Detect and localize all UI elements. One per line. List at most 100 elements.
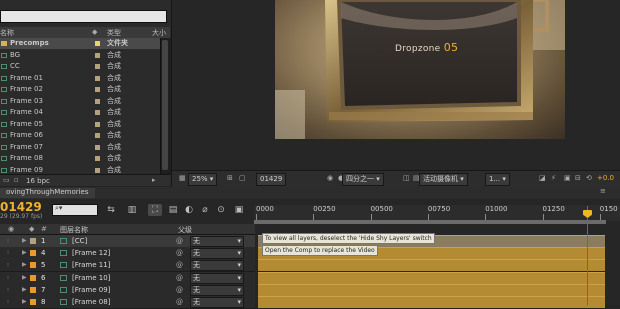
label-color-swatch[interactable] (95, 144, 100, 150)
parent-dropdown[interactable]: 无 ▾ (190, 248, 244, 260)
parent-header[interactable]: 父级 (178, 225, 192, 235)
fast-previews-icon[interactable]: ⚡ (548, 173, 559, 184)
label-color-swatch[interactable] (95, 133, 100, 138)
label-color-swatch[interactable] (30, 286, 36, 293)
parent-dropdown[interactable]: 无 ▾ (190, 260, 244, 272)
pick-whip-icon[interactable]: @ (176, 296, 183, 308)
pick-whip-icon[interactable]: @ (176, 247, 183, 259)
label-color-swatch[interactable] (95, 121, 100, 127)
visibility-icon[interactable]: ◦ (6, 247, 10, 259)
grid-icon[interactable]: ▢ (236, 173, 249, 184)
label-column-icon[interactable]: ◆ (29, 225, 34, 233)
project-item[interactable]: Frame 05 合成 (0, 119, 160, 130)
layer-name[interactable]: [Frame 11] (72, 259, 110, 271)
project-item[interactable]: Frame 01 合成 (0, 73, 160, 84)
scroll-right-icon[interactable]: ▸ (152, 176, 156, 184)
project-item[interactable]: Precomps 文件夹 (0, 38, 160, 49)
work-area-bar[interactable] (254, 220, 606, 224)
source-name-header[interactable]: 图层名称 (60, 225, 88, 235)
project-item[interactable]: BG 合成 (0, 50, 160, 61)
panel-menu-icon[interactable]: ≡ (600, 187, 606, 195)
label-color-swatch[interactable] (30, 262, 36, 269)
project-item[interactable]: CC 合成 (0, 61, 160, 72)
motion-blur-icon[interactable]: ◐ (182, 204, 196, 216)
label-color-swatch[interactable] (95, 75, 100, 81)
graph-editor-icon[interactable]: ⌀ (198, 204, 212, 216)
comp-mini-flowchart-icon[interactable]: ⇆ (104, 204, 118, 216)
graph-icon[interactable]: ▣ (232, 204, 246, 216)
label-color-swatch[interactable] (95, 87, 100, 92)
project-item[interactable]: Frame 06 合成 (0, 130, 160, 141)
number-column-header[interactable]: # (41, 225, 47, 233)
label-color-swatch[interactable] (95, 156, 100, 161)
layer-name[interactable]: [CC] (72, 235, 87, 247)
current-time-indicator[interactable] (587, 206, 588, 305)
label-color-swatch[interactable] (95, 167, 100, 173)
project-search-input[interactable] (0, 10, 167, 23)
hide-shy-layers-icon[interactable]: ⛶ (148, 204, 162, 216)
bpc-label[interactable]: 16 bpc (26, 177, 50, 185)
layer-name[interactable]: [Frame 12] (72, 247, 110, 259)
label-color-swatch[interactable] (95, 98, 100, 104)
label-color-swatch[interactable] (30, 250, 36, 257)
timeline-tab[interactable]: ovingThroughMemories (0, 188, 95, 198)
label-color-swatch[interactable] (95, 110, 100, 115)
toggle-pixel-aspect-icon[interactable]: ◪ (536, 173, 549, 184)
project-scrollbar-thumb[interactable] (162, 40, 168, 170)
expand-arrow-icon[interactable]: ▶ (22, 235, 27, 247)
label-color-swatch[interactable] (30, 238, 36, 244)
layer-name[interactable]: [Frame 09] (72, 284, 110, 296)
brainstorm-icon[interactable]: ⊙ (214, 204, 228, 216)
type-column-header[interactable]: 类型 (107, 28, 121, 38)
always-preview-icon[interactable]: ▦ (176, 173, 189, 184)
visibility-icon[interactable]: ◦ (6, 284, 10, 296)
label-color-swatch[interactable] (95, 41, 100, 46)
views-dropdown[interactable]: 1... ▾ (485, 173, 510, 186)
parent-dropdown[interactable]: 无 ▾ (190, 284, 244, 296)
zoom-dropdown[interactable]: 25% ▾ (188, 173, 218, 186)
visibility-icon[interactable]: ◦ (6, 259, 10, 271)
timeline-search-input[interactable]: ⌕▾ (52, 204, 98, 216)
visibility-icon[interactable]: ◦ (6, 235, 10, 247)
pick-whip-icon[interactable]: @ (176, 235, 183, 247)
layer-name[interactable]: [Frame 10] (72, 272, 110, 284)
project-item[interactable]: Frame 07 合成 (0, 142, 160, 153)
project-item[interactable]: Frame 04 合成 (0, 107, 160, 118)
label-color-swatch[interactable] (30, 299, 36, 305)
layer-row[interactable]: ◦ ▶ 8 [Frame 08] @ 无 ▾ (0, 296, 255, 309)
layer-name[interactable]: [Frame 08] (72, 296, 110, 308)
layer-duration-bar[interactable] (258, 283, 605, 296)
label-color-swatch[interactable] (95, 64, 100, 69)
label-color-swatch[interactable] (95, 52, 100, 58)
layer-duration-bar[interactable] (258, 296, 605, 308)
frame-blending-icon[interactable]: ▤ (166, 204, 180, 216)
visibility-icon[interactable]: ◦ (6, 272, 10, 284)
pick-whip-icon[interactable]: @ (176, 272, 183, 284)
project-item[interactable]: Frame 02 合成 (0, 84, 160, 95)
layer-row[interactable]: ◦ ▶ 1 [CC] @ 无 ▾ (0, 235, 255, 248)
safe-zones-icon[interactable]: ⊞ (224, 173, 236, 184)
timeline-timecode[interactable]: 01429 (0, 200, 42, 214)
expand-arrow-icon[interactable]: ▶ (22, 296, 27, 308)
audio-video-switch-icon[interactable]: ◉ (8, 225, 14, 233)
expand-arrow-icon[interactable]: ▶ (22, 284, 27, 296)
parent-dropdown[interactable]: 无 ▾ (190, 236, 244, 247)
label-color-swatch[interactable] (30, 274, 36, 281)
project-item[interactable]: Frame 08 合成 (0, 153, 160, 164)
parent-dropdown[interactable]: 无 ▾ (190, 272, 244, 284)
layer-row[interactable]: ◦ ▶ 7 [Frame 09] @ 无 ▾ (0, 283, 255, 297)
layer-duration-bar[interactable] (258, 259, 605, 272)
pick-whip-icon[interactable]: @ (176, 284, 183, 296)
expand-arrow-icon[interactable]: ▶ (22, 259, 27, 271)
parent-dropdown[interactable]: 无 ▾ (190, 297, 244, 308)
name-column-header[interactable]: 名称 (0, 28, 14, 38)
expand-arrow-icon[interactable]: ▶ (22, 272, 27, 284)
layer-row[interactable]: ◦ ▶ 5 [Frame 11] @ 无 ▾ (0, 259, 255, 273)
visibility-icon[interactable]: ◦ (6, 296, 10, 308)
project-item[interactable]: Frame 03 合成 (0, 96, 160, 107)
exposure-value[interactable]: +0.0 (594, 173, 617, 184)
layer-duration-bar[interactable] (258, 271, 605, 284)
viewer-timecode[interactable]: 01429 (256, 173, 287, 186)
composition-canvas[interactable]: Dropzone 05 (275, 0, 565, 139)
interpret-footage-icon[interactable]: ▭ (3, 176, 10, 184)
